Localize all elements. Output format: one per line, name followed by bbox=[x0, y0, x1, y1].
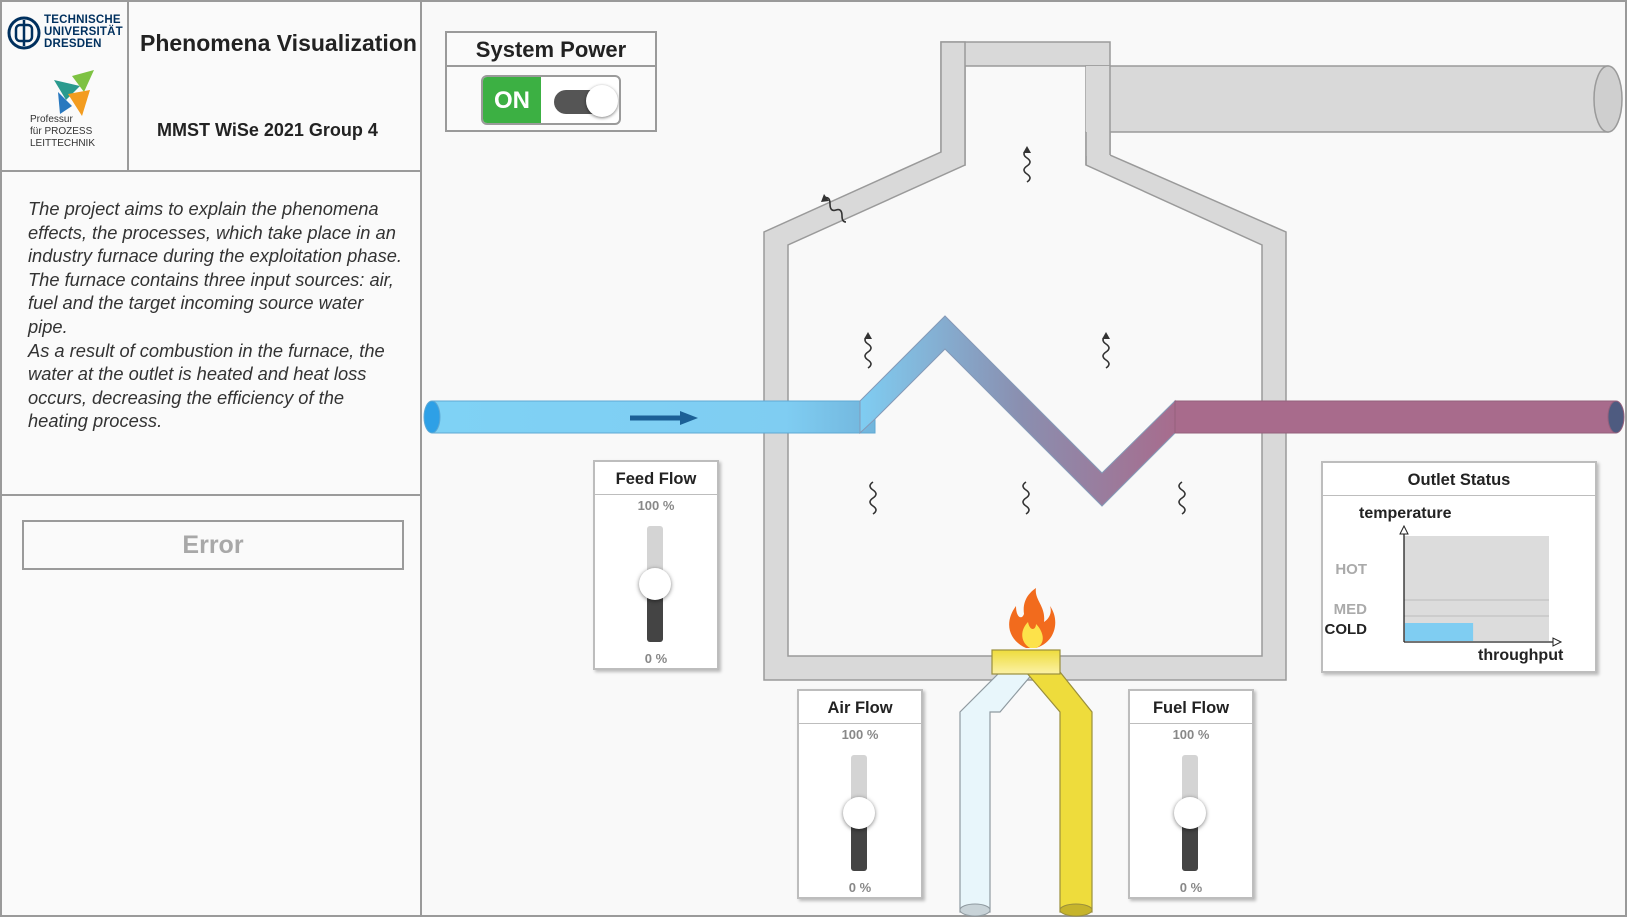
air-pipe-end bbox=[959, 903, 991, 917]
chimney bbox=[940, 41, 1111, 166]
heat-wave-arrow bbox=[1023, 146, 1031, 153]
outlet-x-axis-label: throughput bbox=[1478, 647, 1564, 664]
fuel-supply-pipe bbox=[1024, 671, 1093, 913]
level-hot-label: HOT bbox=[1335, 561, 1367, 578]
air-flow-min-label: 0 % bbox=[848, 880, 872, 895]
burner bbox=[991, 649, 1061, 675]
feed-flow-slider-knob[interactable] bbox=[639, 568, 671, 600]
system-power-title: System Power bbox=[447, 33, 655, 67]
feed-flow-panel: Feed Flow 100 % 0 % bbox=[593, 460, 719, 670]
heat-wave-arrow bbox=[1102, 332, 1110, 339]
fuel-flow-max-label: 100 % bbox=[1172, 727, 1210, 742]
heat-wave-icon bbox=[1022, 481, 1030, 515]
heating-coil bbox=[859, 315, 1176, 507]
feed-flow-title: Feed Flow bbox=[595, 462, 717, 495]
heat-wave-icon bbox=[1023, 149, 1031, 183]
fuel-flow-panel: Fuel Flow 100 % 0 % bbox=[1128, 689, 1254, 899]
level-med-label: MED bbox=[1333, 601, 1367, 618]
fuel-flow-min-label: 0 % bbox=[1179, 880, 1203, 895]
heat-wave-arrow bbox=[864, 332, 872, 339]
system-power-panel: System Power ON bbox=[445, 31, 657, 132]
heat-wave-icon bbox=[864, 335, 872, 369]
level-cold-label: COLD bbox=[1324, 621, 1368, 638]
heat-wave-icon bbox=[1102, 335, 1110, 369]
heat-wave-icon bbox=[1178, 481, 1186, 515]
outlet-pipe bbox=[1174, 400, 1617, 434]
fuel-pipe-end bbox=[1059, 903, 1093, 917]
air-flow-title: Air Flow bbox=[799, 691, 921, 724]
temperature-bar bbox=[1405, 623, 1474, 641]
toggle-knob[interactable] bbox=[586, 85, 618, 117]
air-flow-panel: Air Flow 100 % 0 % bbox=[797, 689, 923, 899]
air-supply-pipe bbox=[959, 671, 1036, 913]
outlet-pipe-end bbox=[1607, 400, 1625, 434]
feed-flow-max-label: 100 % bbox=[637, 498, 675, 513]
fuel-flow-slider-knob[interactable] bbox=[1174, 797, 1206, 829]
chimney-right-wall bbox=[1086, 66, 1110, 156]
power-state-label: ON bbox=[483, 77, 541, 123]
flame-icon bbox=[1009, 588, 1056, 648]
power-toggle[interactable]: ON bbox=[481, 75, 621, 125]
exhaust-pipe bbox=[1085, 65, 1609, 133]
fuel-flow-title: Fuel Flow bbox=[1130, 691, 1252, 724]
air-flow-slider-knob[interactable] bbox=[843, 797, 875, 829]
inlet-pipe-end bbox=[423, 400, 441, 434]
furnace-wall bbox=[763, 41, 1287, 681]
heat-wave-icon bbox=[869, 481, 877, 515]
y-axis-arrow bbox=[1399, 524, 1409, 535]
air-flow-max-label: 100 % bbox=[841, 727, 879, 742]
exhaust-pipe-end bbox=[1593, 65, 1623, 133]
outlet-status-panel: Outlet Status temperature HOT MED COLD t… bbox=[1321, 461, 1597, 673]
feed-flow-min-label: 0 % bbox=[644, 651, 668, 666]
x-axis-arrow bbox=[1552, 637, 1563, 647]
